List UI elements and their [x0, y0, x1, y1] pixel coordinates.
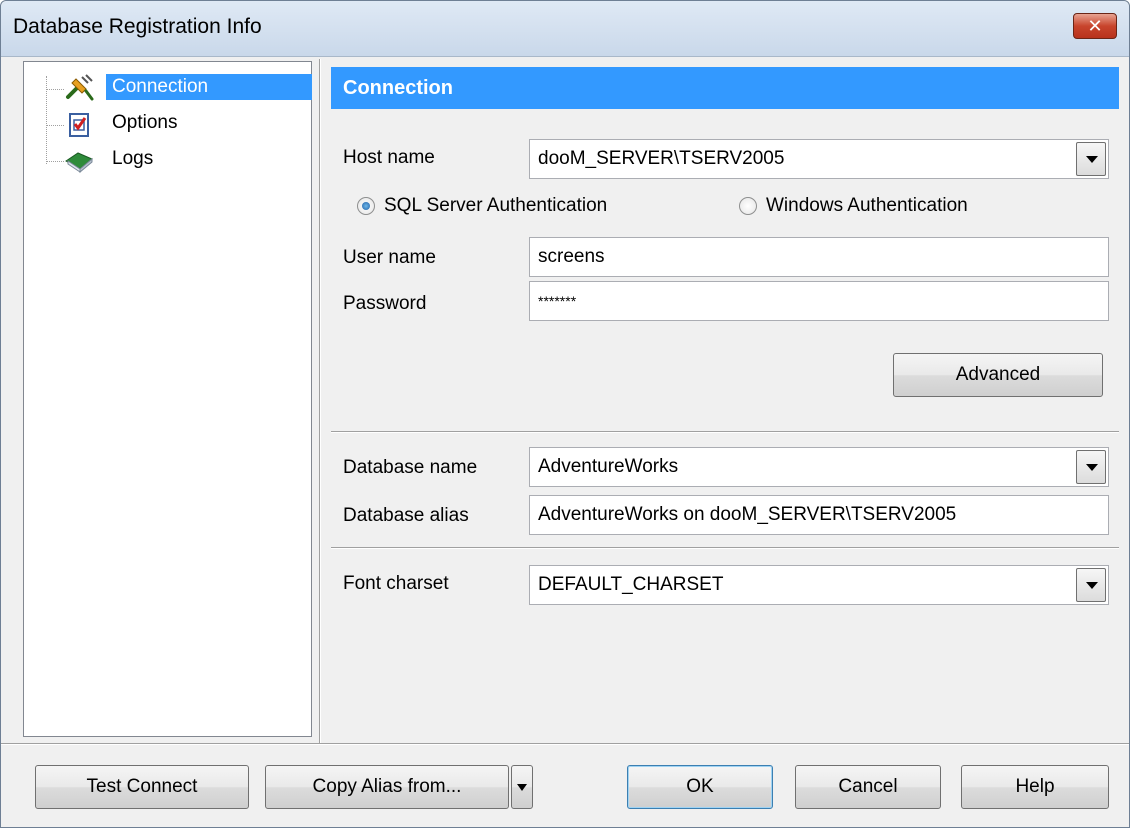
font-charset-label: Font charset: [343, 573, 449, 594]
host-name-label: Host name: [343, 147, 435, 168]
host-name-value: dooM_SERVER\TSERV2005: [538, 148, 785, 169]
separator: [331, 547, 1119, 549]
user-name-label: User name: [343, 247, 436, 268]
chevron-down-icon[interactable]: [1076, 450, 1106, 484]
help-button[interactable]: Help: [961, 765, 1109, 809]
password-field[interactable]: *******: [529, 281, 1109, 321]
title-bar[interactable]: Database Registration Info ✕: [1, 1, 1129, 57]
tree-item-connection[interactable]: Connection: [24, 72, 312, 106]
sql-auth-label: SQL Server Authentication: [384, 195, 608, 216]
database-alias-value: AdventureWorks on dooM_SERVER\TSERV2005: [538, 504, 957, 525]
database-name-value: AdventureWorks: [538, 456, 679, 477]
password-value: *******: [538, 293, 577, 309]
separator: [331, 431, 1119, 433]
dialog-window: Database Registration Info ✕ Connection: [0, 0, 1130, 828]
database-alias-label: Database alias: [343, 505, 469, 526]
panel-divider: [319, 59, 321, 743]
sql-auth-radio[interactable]: SQL Server Authentication: [357, 195, 607, 217]
close-button[interactable]: ✕: [1073, 13, 1117, 39]
user-name-value: screens: [538, 246, 605, 267]
tree-item-options[interactable]: Options: [24, 108, 311, 142]
user-name-field[interactable]: screens: [529, 237, 1109, 277]
section-tree: Connection Options Logs: [23, 61, 312, 737]
font-charset-combo[interactable]: DEFAULT_CHARSET: [529, 565, 1109, 605]
plug-icon: [66, 74, 94, 101]
windows-auth-label: Windows Authentication: [766, 195, 968, 216]
close-icon: ✕: [1087, 16, 1103, 36]
ok-button[interactable]: OK: [627, 765, 773, 809]
footer-separator: [1, 743, 1129, 745]
host-name-combo[interactable]: dooM_SERVER\TSERV2005: [529, 139, 1109, 179]
tree-item-label: Options: [112, 112, 178, 133]
tree-item-logs[interactable]: Logs: [24, 144, 311, 178]
radio-selected-icon: [357, 197, 375, 215]
database-alias-field[interactable]: AdventureWorks on dooM_SERVER\TSERV2005: [529, 495, 1109, 535]
database-name-combo[interactable]: AdventureWorks: [529, 447, 1109, 487]
tree-item-label: Logs: [112, 148, 154, 169]
tree-connector: [46, 125, 64, 126]
database-name-label: Database name: [343, 457, 478, 478]
font-charset-value: DEFAULT_CHARSET: [538, 574, 724, 595]
tree-connector: [46, 161, 64, 162]
window-title: Database Registration Info: [13, 15, 262, 38]
windows-auth-radio[interactable]: Windows Authentication: [739, 195, 968, 217]
copy-alias-dropdown-icon[interactable]: [511, 765, 533, 809]
tree-item-label: Connection: [106, 74, 312, 100]
checklist-icon: [69, 113, 89, 137]
book-icon: [65, 152, 93, 174]
chevron-down-icon[interactable]: [1076, 568, 1106, 602]
advanced-button[interactable]: Advanced: [893, 353, 1103, 397]
radio-unselected-icon: [739, 197, 757, 215]
copy-alias-button[interactable]: Copy Alias from...: [265, 765, 509, 809]
section-header: Connection: [331, 67, 1119, 109]
password-label: Password: [343, 293, 427, 314]
test-connect-button[interactable]: Test Connect: [35, 765, 249, 809]
cancel-button[interactable]: Cancel: [795, 765, 941, 809]
tree-connector: [46, 89, 64, 90]
chevron-down-icon[interactable]: [1076, 142, 1106, 176]
